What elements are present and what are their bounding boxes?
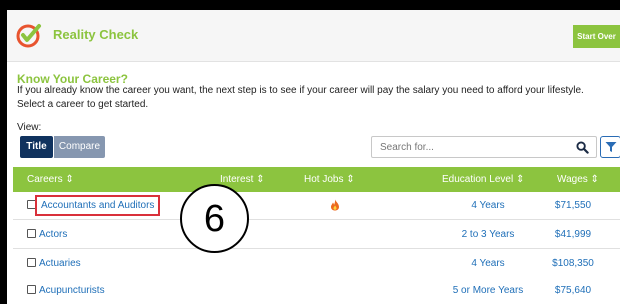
career-link[interactable]: Actors [39,229,67,240]
start-over-button[interactable]: Start Over [573,25,620,48]
table-row: Accountants and Auditors 4 Years $71,550 [13,192,620,220]
career-link[interactable]: Acupuncturists [39,285,105,296]
column-header-education[interactable]: Education Level ⇕ [442,174,524,185]
search-placeholder: Search for... [380,142,434,153]
wage-value: $41,999 [554,229,592,240]
app-title: Reality Check [53,27,139,42]
filter-icon [605,142,617,152]
checkmark-circle-icon [16,24,41,48]
step-callout-circle: 6 [180,184,249,253]
app-frame: Reality Check Start Over Know Your Caree… [7,10,620,304]
wage-value: $71,550 [554,200,592,211]
filter-button[interactable] [600,136,620,158]
view-title-button[interactable]: Title [20,136,53,158]
column-header-careers[interactable]: Careers ⇕ [27,174,74,185]
search-icon[interactable] [576,141,589,154]
wage-value: $108,350 [552,258,594,269]
intro-text: If you already know the career you want,… [17,85,584,110]
career-link[interactable]: Accountants and Auditors [35,195,161,216]
column-header-wages[interactable]: Wages ⇕ [557,174,599,185]
column-header-hot-jobs[interactable]: Hot Jobs ⇕ [304,174,355,185]
table-header: Careers ⇕ Interest ⇕ Hot Jobs ⇕ Educatio… [13,167,620,192]
table-row: Actors 2 to 3 Years $41,999 [13,221,620,249]
table-row: Acupuncturists 5 or More Years $75,640 [13,277,620,304]
table-row: Actuaries 4 Years $108,350 [13,250,620,278]
fire-icon [331,199,339,211]
top-bar: Reality Check Start Over [7,10,620,62]
column-header-interest[interactable]: Interest ⇕ [220,174,265,185]
row-checkbox[interactable] [27,285,36,294]
step-callout-number: 6 [203,198,226,240]
search-input[interactable]: Search for... [371,136,597,158]
wage-value: $75,640 [554,285,592,296]
row-checkbox[interactable] [27,258,36,267]
view-compare-button[interactable]: Compare [54,136,105,158]
view-label: View: [17,122,42,133]
career-link[interactable]: Actuaries [39,258,81,269]
row-checkbox[interactable] [27,229,36,238]
